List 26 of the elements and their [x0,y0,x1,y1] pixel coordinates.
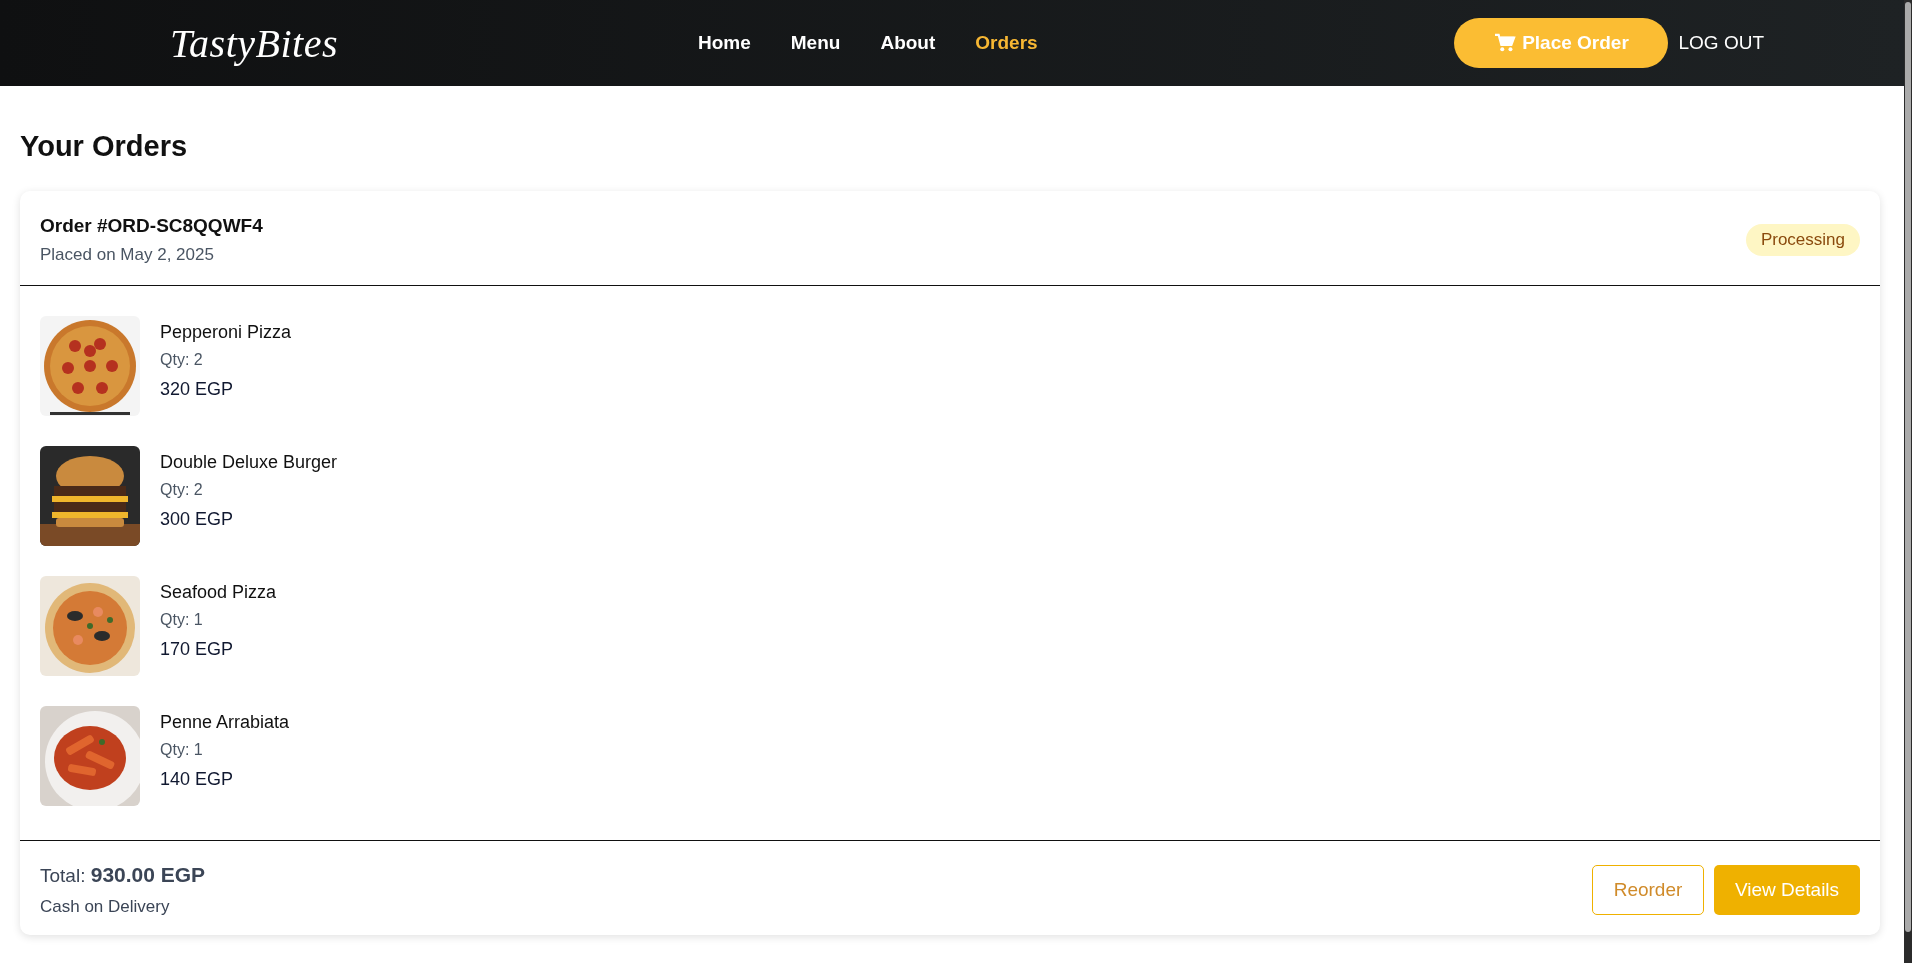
item-quantity: Qty: 1 [160,741,204,759]
nav-link[interactable]: About [880,32,936,54]
payment-method: Cash on Delivery [40,897,171,917]
item-name: Pepperoni Pizza [160,322,292,343]
logout-link[interactable]: LOG OUT [1678,32,1764,54]
nav-link[interactable]: Home [698,32,751,54]
item-quantity: Qty: 2 [160,481,204,499]
item-name: Seafood Pizza [160,582,277,603]
nav-link[interactable]: Menu [790,32,841,54]
item-name: Penne Arrabiata [160,712,290,733]
cart-icon [1494,33,1517,53]
logo[interactable]: TastyBites [170,19,570,67]
item-quantity: Qty: 1 [160,611,204,629]
scrollbar[interactable] [1904,0,1912,963]
nav-link[interactable]: Orders [975,32,1038,54]
page-title: Your Orders [20,130,189,163]
item-price: 140 EGP [160,769,235,790]
order-date: Placed on May 2, 2025 [40,245,215,265]
item-name: Double Deluxe Burger [160,452,338,473]
order-number: Order #ORD-SC8QQWF4 [40,215,263,237]
item-price: 300 EGP [160,509,235,530]
status-badge: Processing [1745,224,1860,256]
order-total: Total: 930.00 EGP [40,863,206,887]
item-price: 320 EGP [160,379,235,400]
item-price: 170 EGP [160,639,235,660]
item-quantity: Qty: 2 [160,351,204,369]
